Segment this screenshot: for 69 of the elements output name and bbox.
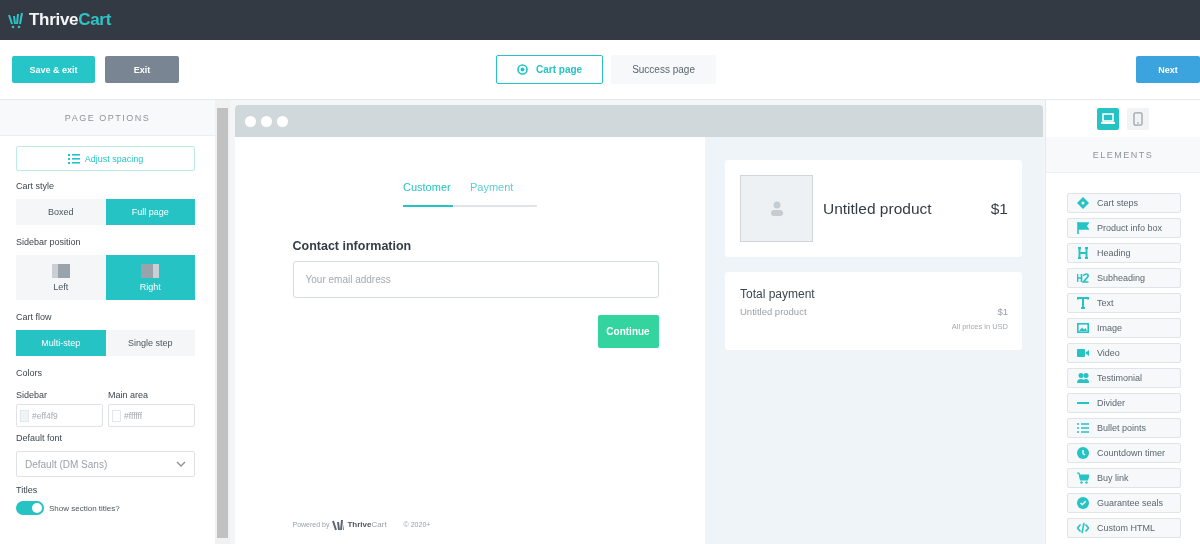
panel-heading: ELEMENTS [1046, 137, 1200, 173]
panel-heading: PAGE OPTIONS [0, 100, 215, 136]
scrollbar[interactable] [215, 100, 230, 544]
phone-icon [1131, 111, 1145, 126]
product-price: $1 [990, 199, 1008, 218]
element-item[interactable]: Cart steps [1067, 193, 1181, 213]
cart-logo-icon [8, 11, 24, 29]
element-item[interactable]: Image [1067, 318, 1181, 338]
element-item[interactable]: Text [1067, 293, 1181, 313]
page-tab[interactable]: Success page [611, 55, 716, 84]
line-item-price: $1 [997, 306, 1008, 317]
segment-option[interactable]: Left [16, 255, 106, 300]
list-icon [67, 153, 80, 164]
brand-logo-text: ThriveCart [347, 520, 387, 529]
element-item[interactable]: Divider [1067, 393, 1181, 413]
window-dot [245, 115, 256, 127]
exit-button[interactable]: Exit [105, 56, 179, 83]
chevron-down-icon [176, 461, 186, 467]
option-label: Sidebar position [16, 237, 82, 247]
total-title: Total payment [740, 287, 816, 301]
shopping-cart-icon [1077, 472, 1089, 484]
toggle-switch[interactable] [16, 501, 44, 515]
clock-icon [1077, 447, 1089, 459]
image-icon [1077, 322, 1089, 334]
video-camera-icon [1077, 347, 1089, 359]
line-item-name: Untitled product [740, 306, 807, 317]
text-icon [1077, 297, 1089, 309]
toggle-label: Show section titles? [49, 503, 120, 513]
option-label: Cart style [16, 181, 55, 191]
layout-icon [51, 263, 70, 278]
element-item[interactable]: Custom HTML [1067, 518, 1181, 538]
field-label: Default font [16, 433, 64, 443]
section-label: Colors [16, 368, 43, 378]
element-item[interactable]: Guarantee seals [1067, 493, 1181, 513]
device-toggle[interactable] [1127, 107, 1149, 130]
diamond-icon [1077, 197, 1089, 209]
field-label: Main area [108, 390, 150, 400]
element-item[interactable]: Heading [1067, 243, 1181, 263]
badge-check-icon [1077, 497, 1089, 509]
email-field[interactable]: Your email address [292, 261, 659, 298]
window-dot [277, 115, 288, 127]
desktop-icon [1101, 111, 1115, 126]
section-label: Titles [16, 485, 39, 495]
element-item[interactable]: Video [1067, 343, 1181, 363]
section-heading: Contact information [292, 239, 413, 253]
product-name: Untitled product [823, 199, 933, 218]
element-item[interactable]: Buy link [1067, 468, 1181, 488]
element-item[interactable]: Testimonial [1067, 368, 1181, 388]
people-icon [1077, 372, 1089, 384]
layout-icon [141, 263, 160, 278]
option-label: Cart flow [16, 312, 53, 322]
segment-option[interactable]: Boxed [16, 199, 106, 225]
device-toggle[interactable] [1097, 107, 1119, 130]
cart-logo-icon [332, 518, 345, 531]
flag-icon [1077, 222, 1089, 234]
subheading-icon [1077, 272, 1089, 284]
bullet-list-icon [1077, 422, 1089, 434]
person-icon [769, 201, 784, 216]
heading-icon [1077, 247, 1089, 259]
element-item[interactable]: Countdown timer [1067, 443, 1181, 463]
segment-option[interactable]: Single step [105, 330, 195, 356]
element-item[interactable]: Product info box [1067, 218, 1181, 238]
brand-logo-text: ThriveCart [29, 10, 112, 30]
element-item[interactable]: Bullet points [1067, 418, 1181, 438]
code-icon [1077, 522, 1089, 534]
target-icon [517, 64, 528, 75]
element-item[interactable]: Subheading [1067, 268, 1181, 288]
window-dot [261, 115, 272, 127]
field-label: Sidebar [16, 390, 49, 400]
